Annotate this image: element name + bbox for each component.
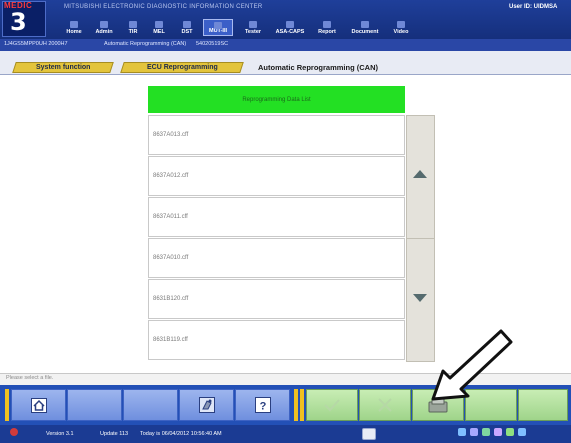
- status-message: Please select a file.: [6, 375, 54, 381]
- tray-icon: [506, 428, 514, 436]
- home-nav-icon: [70, 21, 78, 28]
- report-nav-icon: [323, 21, 331, 28]
- home-icon: [31, 398, 47, 413]
- check-icon: [324, 399, 340, 412]
- tray-icon: [518, 428, 526, 436]
- admin-nav-icon: [100, 21, 108, 28]
- spray-icon: [199, 397, 215, 413]
- nav-video[interactable]: Video: [390, 19, 412, 36]
- date-label: Today is 06/04/2012 10:56:40 AM: [140, 431, 222, 437]
- tab-system-function[interactable]: System function: [12, 62, 114, 73]
- list-item[interactable]: 8637A010.cff: [148, 238, 405, 278]
- nav-dst[interactable]: DST: [176, 19, 198, 36]
- nav-mut-iii[interactable]: MUT-III: [203, 19, 233, 36]
- home-button[interactable]: [11, 389, 66, 421]
- help-button[interactable]: ?: [235, 389, 290, 421]
- nav-admin[interactable]: Admin: [92, 19, 116, 36]
- list-item[interactable]: 8631B120.cff: [148, 279, 405, 319]
- toolbar-empty-button[interactable]: [123, 389, 178, 421]
- scroll-up-icon[interactable]: [413, 170, 427, 178]
- logo-number: 3: [10, 8, 27, 36]
- scrollbar-divider: [406, 238, 435, 239]
- tray-icon: [494, 428, 502, 436]
- asa-caps-nav-icon: [286, 21, 294, 28]
- list-item[interactable]: 8631B119.cff: [148, 320, 405, 360]
- nav-mel[interactable]: MEL: [148, 19, 170, 36]
- vehicle-info-bar: 1J4GS5MPP0UH 2000H7 Automatic Reprogramm…: [0, 39, 571, 51]
- list-item[interactable]: 8637A012.cff: [148, 156, 405, 196]
- mel-nav-icon: [155, 21, 163, 28]
- toolbar-divider: [5, 389, 9, 421]
- document-nav-icon: [361, 21, 369, 28]
- toolbar-divider: [300, 389, 304, 421]
- update-label: Update 113: [100, 431, 129, 437]
- list-item[interactable]: 8637A011.cff: [148, 197, 405, 237]
- tab-ecu-reprogramming[interactable]: ECU Reprogramming: [120, 62, 244, 73]
- user-id-label: User ID: UIDMSA: [509, 4, 558, 10]
- nav-home[interactable]: Home: [63, 19, 85, 36]
- list-header: Reprogramming Data List: [148, 86, 405, 113]
- monitor-icon[interactable]: [362, 428, 376, 440]
- tray-icon: [470, 428, 478, 436]
- list-item[interactable]: 8637A013.cff: [148, 115, 405, 155]
- nav-report[interactable]: Report: [314, 19, 340, 36]
- pointer-arrow-icon: [431, 329, 513, 401]
- nav-asa-caps[interactable]: ASA-CAPS: [272, 19, 308, 36]
- toolbar-divider: [294, 389, 298, 421]
- tool-button[interactable]: [179, 389, 234, 421]
- ok-button[interactable]: [306, 389, 358, 421]
- tray-icon: [458, 428, 466, 436]
- help-icon: ?: [255, 397, 271, 413]
- tray-icon: [482, 428, 490, 436]
- app-title: MITSUBISHI ELECTRONIC DIAGNOSTIC INFORMA…: [64, 4, 263, 10]
- nav-tester[interactable]: Tester: [241, 19, 265, 36]
- mut-nav-icon: [214, 22, 222, 29]
- context-label: Automatic Reprogramming (CAN): [104, 41, 187, 47]
- nav-tir[interactable]: TIR: [123, 19, 143, 36]
- scroll-down-icon[interactable]: [413, 294, 427, 302]
- current-page-title: Automatic Reprogramming (CAN): [258, 63, 379, 72]
- tir-nav-icon: [129, 21, 137, 28]
- vin-label: 1J4GS5MPP0UH 2000H7: [4, 41, 68, 47]
- power-icon[interactable]: [10, 428, 18, 436]
- nav-document[interactable]: Document: [347, 19, 383, 36]
- module-label: 54020519SC: [196, 41, 229, 47]
- cancel-button[interactable]: [359, 389, 411, 421]
- tester-nav-icon: [249, 21, 257, 28]
- video-nav-icon: [397, 21, 405, 28]
- dst-nav-icon: [183, 21, 191, 28]
- svg-text:?: ?: [260, 401, 267, 413]
- version-label: Version 3.1: [46, 431, 74, 437]
- toolbar-empty-button[interactable]: [518, 389, 568, 421]
- x-icon: [378, 398, 392, 412]
- toolbar-empty-button[interactable]: [67, 389, 122, 421]
